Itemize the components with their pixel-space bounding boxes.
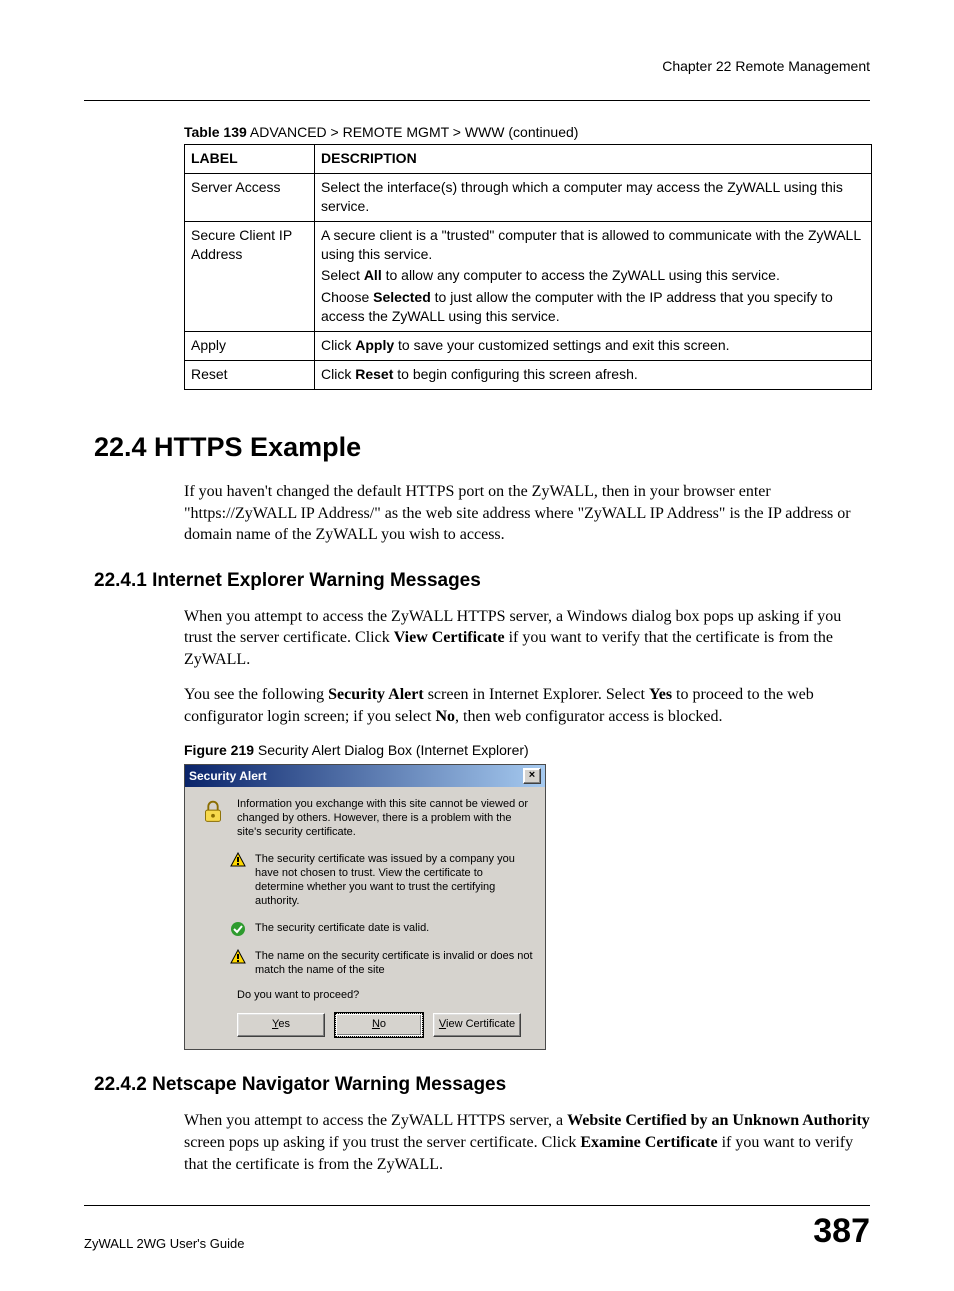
dialog-question: Do you want to proceed? bbox=[237, 989, 533, 1001]
desc-text: Click Apply to save your customized sett… bbox=[321, 336, 865, 355]
chapter-header: Chapter 22 Remote Management bbox=[84, 58, 870, 74]
cell-label: Server Access bbox=[185, 173, 315, 221]
table-caption-number: Table 139 bbox=[184, 124, 247, 140]
table-caption: Table 139 ADVANCED > REMOTE MGMT > WWW (… bbox=[184, 124, 870, 140]
heading-22-4: 22.4 HTTPS Example bbox=[94, 432, 870, 463]
figure-caption: Figure 219 Security Alert Dialog Box (In… bbox=[184, 742, 870, 758]
yes-button[interactable]: Yes bbox=[237, 1013, 325, 1037]
table-header-label: LABEL bbox=[185, 145, 315, 174]
table-caption-text: ADVANCED > REMOTE MGMT > WWW (continued) bbox=[247, 124, 579, 140]
heading-22-4-2: 22.4.2 Netscape Navigator Warning Messag… bbox=[94, 1074, 870, 1096]
page-number: 387 bbox=[813, 1212, 870, 1251]
desc-text: Select the interface(s) through which a … bbox=[321, 178, 865, 216]
page-footer: ZyWALL 2WG User's Guide 387 bbox=[84, 1205, 870, 1251]
lock-icon bbox=[197, 797, 229, 827]
header-rule bbox=[84, 100, 870, 101]
desc-text: Choose Selected to just allow the comput… bbox=[321, 288, 865, 326]
table-row: Server Access Select the interface(s) th… bbox=[185, 173, 872, 221]
dialog-titlebar: Security Alert × bbox=[185, 765, 545, 787]
dialog-title: Security Alert bbox=[189, 769, 267, 783]
desc-text: A secure client is a "trusted" computer … bbox=[321, 226, 865, 264]
cell-desc: Click Apply to save your customized sett… bbox=[315, 332, 872, 361]
table-row: Apply Click Apply to save your customize… bbox=[185, 332, 872, 361]
view-certificate-button[interactable]: View Certificate bbox=[433, 1013, 521, 1037]
warning-icon bbox=[227, 949, 249, 965]
desc-text: Select All to allow any computer to acce… bbox=[321, 266, 865, 285]
desc-text: Click Reset to begin configuring this sc… bbox=[321, 365, 865, 384]
cell-label: Secure Client IP Address bbox=[185, 221, 315, 331]
table-header-description: DESCRIPTION bbox=[315, 145, 872, 174]
table-advanced-remote-mgmt: LABEL DESCRIPTION Server Access Select t… bbox=[184, 144, 872, 390]
paragraph: When you attempt to access the ZyWALL HT… bbox=[184, 606, 870, 671]
security-alert-dialog: Security Alert × Information you exchang… bbox=[184, 764, 546, 1051]
cell-desc: Select the interface(s) through which a … bbox=[315, 173, 872, 221]
cell-desc: Click Reset to begin configuring this sc… bbox=[315, 361, 872, 390]
figure-text: Security Alert Dialog Box (Internet Expl… bbox=[254, 742, 529, 758]
table-row: Secure Client IP Address A secure client… bbox=[185, 221, 872, 331]
table-row: Reset Click Reset to begin configuring t… bbox=[185, 361, 872, 390]
paragraph: You see the following Security Alert scr… bbox=[184, 684, 870, 727]
cell-label: Apply bbox=[185, 332, 315, 361]
close-icon[interactable]: × bbox=[523, 768, 541, 784]
check-icon bbox=[227, 921, 249, 937]
paragraph: If you haven't changed the default HTTPS… bbox=[184, 481, 870, 546]
dialog-main-message: Information you exchange with this site … bbox=[237, 797, 533, 840]
heading-22-4-1: 22.4.1 Internet Explorer Warning Message… bbox=[94, 570, 870, 592]
dialog-ok: The security certificate date is valid. bbox=[255, 921, 533, 935]
footer-guide: ZyWALL 2WG User's Guide bbox=[84, 1236, 244, 1251]
dialog-warn1: The security certificate was issued by a… bbox=[255, 852, 533, 909]
no-button[interactable]: No bbox=[335, 1013, 423, 1037]
warning-icon bbox=[227, 852, 249, 868]
paragraph: When you attempt to access the ZyWALL HT… bbox=[184, 1110, 870, 1175]
cell-label: Reset bbox=[185, 361, 315, 390]
figure-number: Figure 219 bbox=[184, 742, 254, 758]
cell-desc: A secure client is a "trusted" computer … bbox=[315, 221, 872, 331]
dialog-warn2: The name on the security certificate is … bbox=[255, 949, 533, 978]
